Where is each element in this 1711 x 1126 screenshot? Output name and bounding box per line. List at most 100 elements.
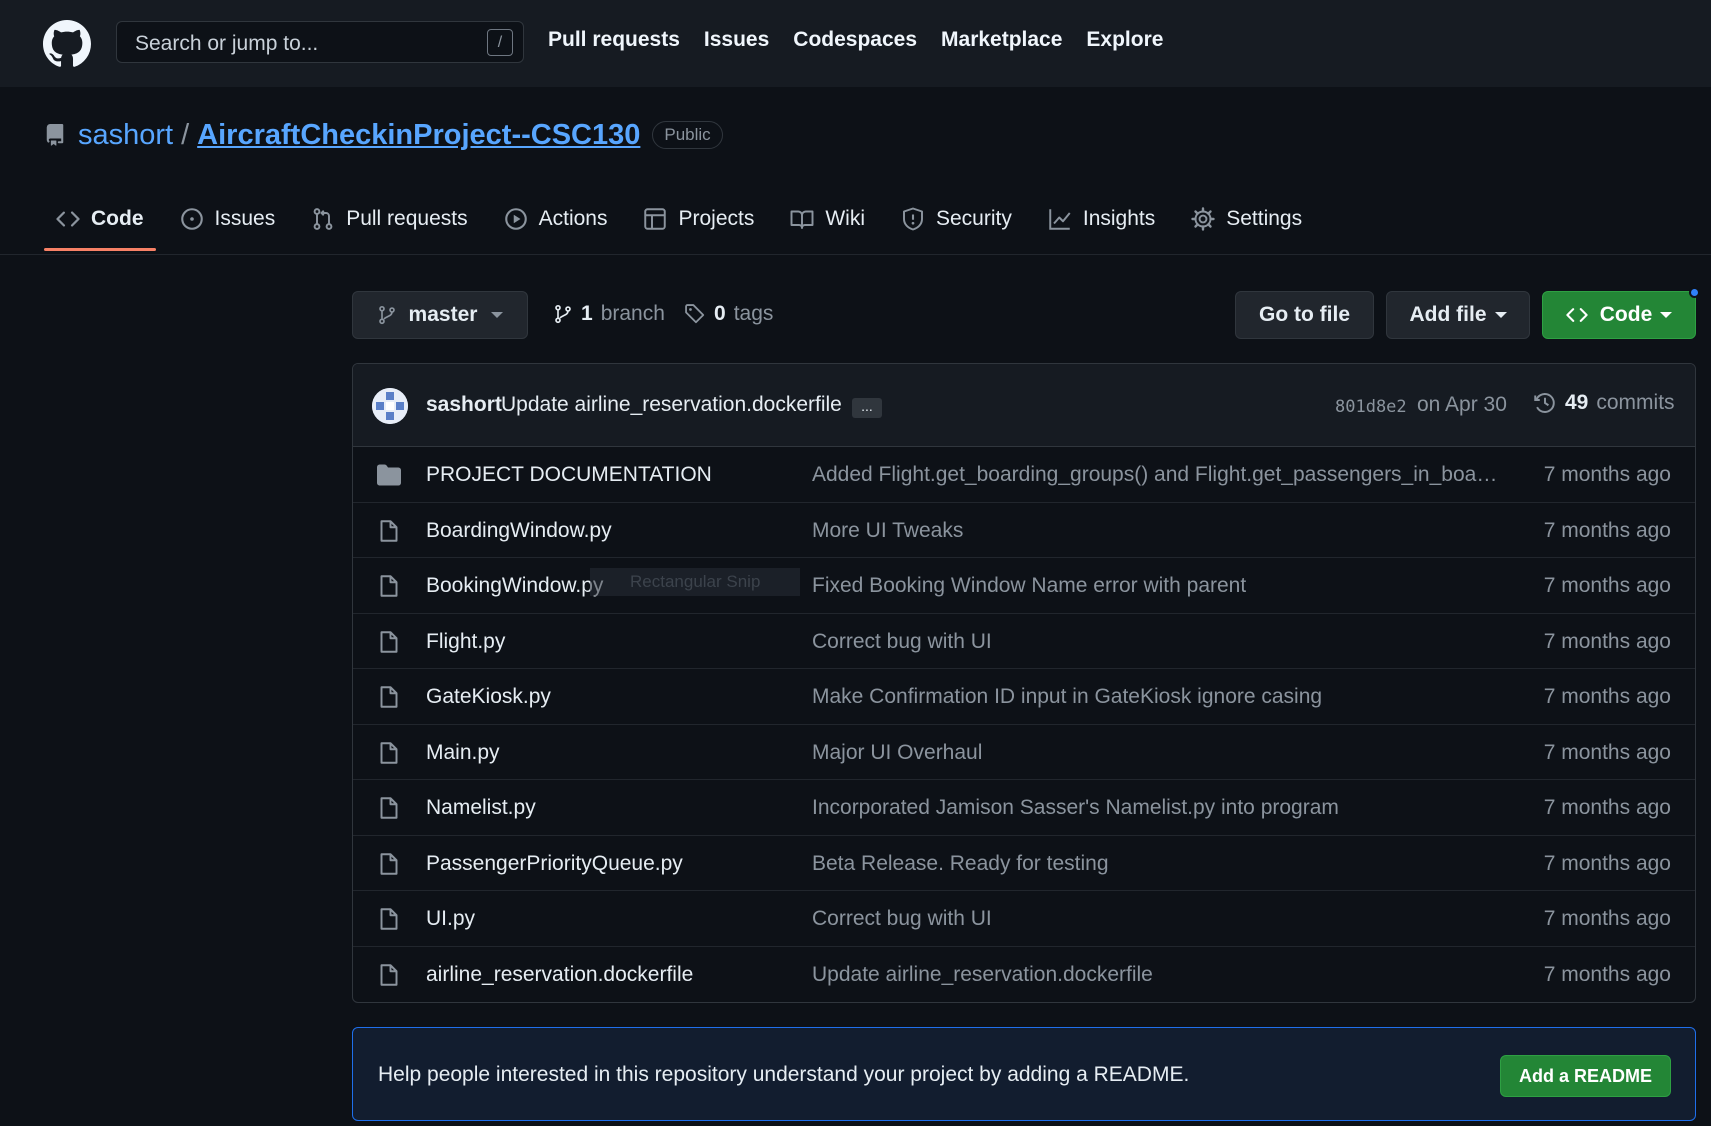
file-browser: sashort Update airline_reservation.docke… [352,363,1696,1003]
nav-explore[interactable]: Explore [1086,28,1163,52]
repo-name-link[interactable]: AircraftCheckinProject--CSC130 [197,119,640,152]
file-age: 7 months ago [1543,463,1671,486]
file-age: 7 months ago [1543,740,1671,764]
file-age: 7 months ago [1543,851,1671,875]
file-commit-message[interactable]: Correct bug with UI [812,907,992,931]
file-age: 7 months ago [1543,962,1671,986]
add-readme-button[interactable]: Add a README [1499,1055,1671,1097]
file-name[interactable]: GateKiosk.py [426,685,551,709]
file-commit-message[interactable]: Added Flight.get_boarding_groups() and F… [812,463,1500,487]
file-row[interactable]: Main.py Major UI Overhaul 7 months ago [353,725,1695,780]
file-name[interactable]: Main.py [426,741,500,765]
file-row[interactable]: Flight.py Correct bug with UI 7 months a… [353,614,1695,669]
tag-count: 0 [714,302,726,325]
file-name[interactable]: PROJECT DOCUMENTATION [426,463,712,487]
tab-issues[interactable]: Issues [168,195,288,243]
tag-label: tags [733,302,774,325]
tags-link[interactable]: 0 tags [684,302,773,326]
latest-commit-bar: sashort Update airline_reservation.docke… [353,364,1695,447]
tab-label: Settings [1226,207,1303,230]
tab-projects[interactable]: Projects [631,195,766,243]
file-icon [380,852,398,875]
file-row[interactable]: PROJECT DOCUMENTATION Added Flight.get_b… [353,447,1695,503]
branch-name: master [408,303,478,326]
gear-icon [1191,207,1215,231]
code-dropdown-button[interactable]: Code [1542,291,1696,339]
repo-owner-link[interactable]: sashort [78,119,173,152]
file-name[interactable]: Flight.py [426,630,505,654]
file-row[interactable]: PassengerPriorityQueue.py Beta Release. … [353,836,1695,891]
branches-link[interactable]: 1 branch [553,302,665,326]
history-icon [1534,393,1555,413]
branch-select-button[interactable]: master [352,291,528,339]
tab-code[interactable]: Code [44,195,156,251]
branch-icon [555,304,571,324]
github-logo-icon[interactable] [43,20,91,68]
file-name[interactable]: BookingWindow.py [426,574,603,598]
nav-codespaces[interactable]: Codespaces [793,28,917,52]
tab-label: Insights [1082,207,1156,230]
file-name[interactable]: UI.py [426,907,475,931]
file-commit-message[interactable]: Incorporated Jamison Sasser's Namelist.p… [812,796,1339,820]
tab-label: Issues [214,207,276,230]
tab-pull-requests[interactable]: Pull requests [299,195,479,243]
file-icon [380,797,398,819]
file-row[interactable]: BookingWindow.py Fixed Booking Window Na… [353,558,1695,614]
repo-tabs: Code Issues Pull requests Actions Projec… [44,195,1314,251]
tab-wiki[interactable]: Wiki [778,195,877,243]
nav-pull-requests[interactable]: Pull requests [548,28,680,52]
file-name[interactable]: BoardingWindow.py [426,519,612,543]
repo-separator: / [181,118,190,151]
file-name[interactable]: PassengerPriorityQueue.py [426,852,683,876]
file-name[interactable]: airline_reservation.dockerfile [426,963,693,987]
tab-label: Pull requests [346,207,468,230]
commit-sha[interactable]: 801d8e2 [1335,397,1407,417]
book-icon [790,210,814,229]
tab-insights[interactable]: Insights [1036,195,1167,243]
commit-message[interactable]: Update airline_reservation.dockerfile [501,393,842,417]
commits-link[interactable]: 49 commits [1533,391,1675,415]
go-to-file-label: Go to file [1259,303,1350,326]
search-input[interactable]: Search or jump to... / [116,21,524,63]
tab-settings[interactable]: Settings [1179,195,1314,243]
chevron-down-icon [1660,312,1673,318]
go-to-file-button[interactable]: Go to file [1235,291,1374,339]
file-commit-message[interactable]: Beta Release. Ready for testing [812,852,1109,876]
avatar-identicon [372,388,408,424]
readme-prompt-text: Help people interested in this repositor… [378,1063,1190,1086]
branch-icon [378,305,395,325]
nav-marketplace[interactable]: Marketplace [941,28,1062,52]
tab-actions[interactable]: Actions [492,195,620,243]
expand-commit-button[interactable]: ... [852,398,882,418]
branch-count: 1 [581,302,593,325]
file-commit-message[interactable]: Fixed Booking Window Name error with par… [812,574,1246,598]
table-icon [644,208,667,230]
chevron-down-icon [1494,312,1507,318]
file-commit-message[interactable]: Make Confirmation ID input in GateKiosk … [812,685,1322,709]
file-icon [380,741,398,764]
shield-icon [903,207,923,231]
visibility-badge: Public [652,121,723,149]
file-commit-message[interactable]: More UI Tweaks [812,519,963,543]
file-row[interactable]: airline_reservation.dockerfile Update ai… [353,947,1695,1003]
add-file-button[interactable]: Add file [1386,291,1530,339]
file-age: 7 months ago [1543,629,1671,653]
file-age: 7 months ago [1543,574,1671,597]
file-commit-message[interactable]: Update airline_reservation.dockerfile [812,963,1153,987]
file-age: 7 months ago [1543,907,1671,930]
tab-security[interactable]: Security [889,195,1024,243]
file-commit-message[interactable]: Major UI Overhaul [812,741,982,765]
file-name[interactable]: Namelist.py [426,796,536,820]
file-commit-message[interactable]: Correct bug with UI [812,630,992,654]
file-row[interactable]: BoardingWindow.py More UI Tweaks 7 month… [353,503,1695,558]
tab-label: Projects [678,207,755,230]
nav-issues[interactable]: Issues [704,28,769,52]
file-age: 7 months ago [1543,796,1671,819]
file-row[interactable]: GateKiosk.py Make Confirmation ID input … [353,669,1695,725]
file-row[interactable]: UI.py Correct bug with UI 7 months ago [353,891,1695,947]
snip-tool-ghost-overlay: Rectangular Snip [590,568,800,596]
code-icon [1566,308,1588,322]
avatar[interactable] [372,388,408,424]
commit-author[interactable]: sashort [426,393,502,417]
file-row[interactable]: Namelist.py Incorporated Jamison Sasser'… [353,780,1695,836]
